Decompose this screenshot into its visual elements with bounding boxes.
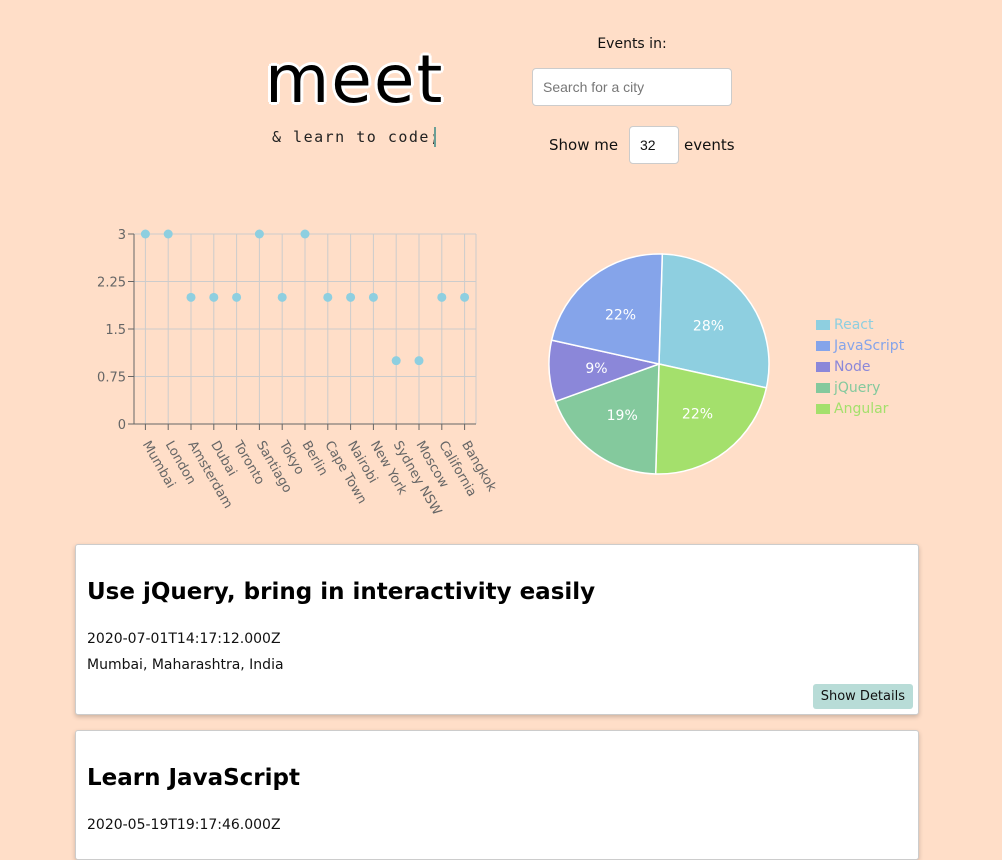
event-title: Learn JavaScript <box>87 765 300 791</box>
y-tick-label: 1.5 <box>105 323 126 338</box>
show-me-label: Show me <box>549 136 619 154</box>
event-title: Use jQuery, bring in interactivity easil… <box>87 579 596 605</box>
data-point <box>437 292 447 302</box>
legend-label: Angular <box>834 400 889 417</box>
data-point <box>209 292 219 302</box>
number-of-events-input[interactable] <box>629 126 679 164</box>
legend-swatch <box>816 382 830 393</box>
legend-item: Angular <box>816 398 904 419</box>
legend-swatch <box>816 361 830 372</box>
typing-cursor <box>434 127 436 147</box>
events-label: events <box>684 136 735 154</box>
data-point <box>254 229 264 239</box>
pie-slice-label: 22% <box>682 406 713 422</box>
data-point <box>391 356 401 366</box>
data-point <box>323 292 333 302</box>
legend-item: JavaScript <box>816 335 904 356</box>
app-logo: meet <box>265 41 445 118</box>
data-point <box>414 356 424 366</box>
data-point <box>346 292 356 302</box>
legend-label: JavaScript <box>834 337 905 354</box>
legend-label: Node <box>834 358 871 375</box>
event-card: Learn JavaScript 2020-05-19T19:17:46.000… <box>75 730 919 860</box>
legend-swatch <box>816 403 830 414</box>
event-location: Mumbai, Maharashtra, India <box>87 657 284 673</box>
legend-item: React <box>816 314 904 335</box>
pie-slice-label: 9% <box>585 361 607 377</box>
data-point <box>300 229 310 239</box>
y-tick-label: 0.75 <box>97 371 126 386</box>
y-tick-label: 0 <box>118 418 126 433</box>
y-tick-label: 3 <box>118 228 126 243</box>
data-point <box>140 229 150 239</box>
events-per-city-scatter-chart: 00.751.52.253MumbaiLondonAmsterdamDubaiT… <box>97 228 499 518</box>
data-point <box>460 292 470 302</box>
tagline: & learn to code; <box>272 128 441 146</box>
city-search-input[interactable] <box>532 68 732 106</box>
data-point <box>277 292 287 302</box>
legend-label: React <box>834 316 874 333</box>
pie-legend: React JavaScript Node jQuery Angular <box>816 314 904 419</box>
legend-swatch <box>816 340 830 351</box>
data-point <box>368 292 378 302</box>
data-point <box>186 292 196 302</box>
search-label: Events in: <box>597 36 667 52</box>
event-date: 2020-05-19T19:17:46.000Z <box>87 817 281 833</box>
pie-slice-label: 28% <box>693 319 724 335</box>
event-date: 2020-07-01T14:17:12.000Z <box>87 631 281 647</box>
event-genre-pie-chart: 28% 22% 19% 9% 22% <box>548 253 770 475</box>
legend-label: jQuery <box>834 379 881 396</box>
pie-slice-label: 19% <box>607 408 638 424</box>
legend-item: Node <box>816 356 904 377</box>
data-point <box>163 229 173 239</box>
y-tick-label: 2.25 <box>97 276 126 291</box>
event-card: Use jQuery, bring in interactivity easil… <box>75 544 919 715</box>
legend-item: jQuery <box>816 377 904 398</box>
data-point <box>232 292 242 302</box>
pie-slice-label: 22% <box>605 308 636 324</box>
show-details-button[interactable]: Show Details <box>812 684 913 709</box>
legend-swatch <box>816 319 830 330</box>
